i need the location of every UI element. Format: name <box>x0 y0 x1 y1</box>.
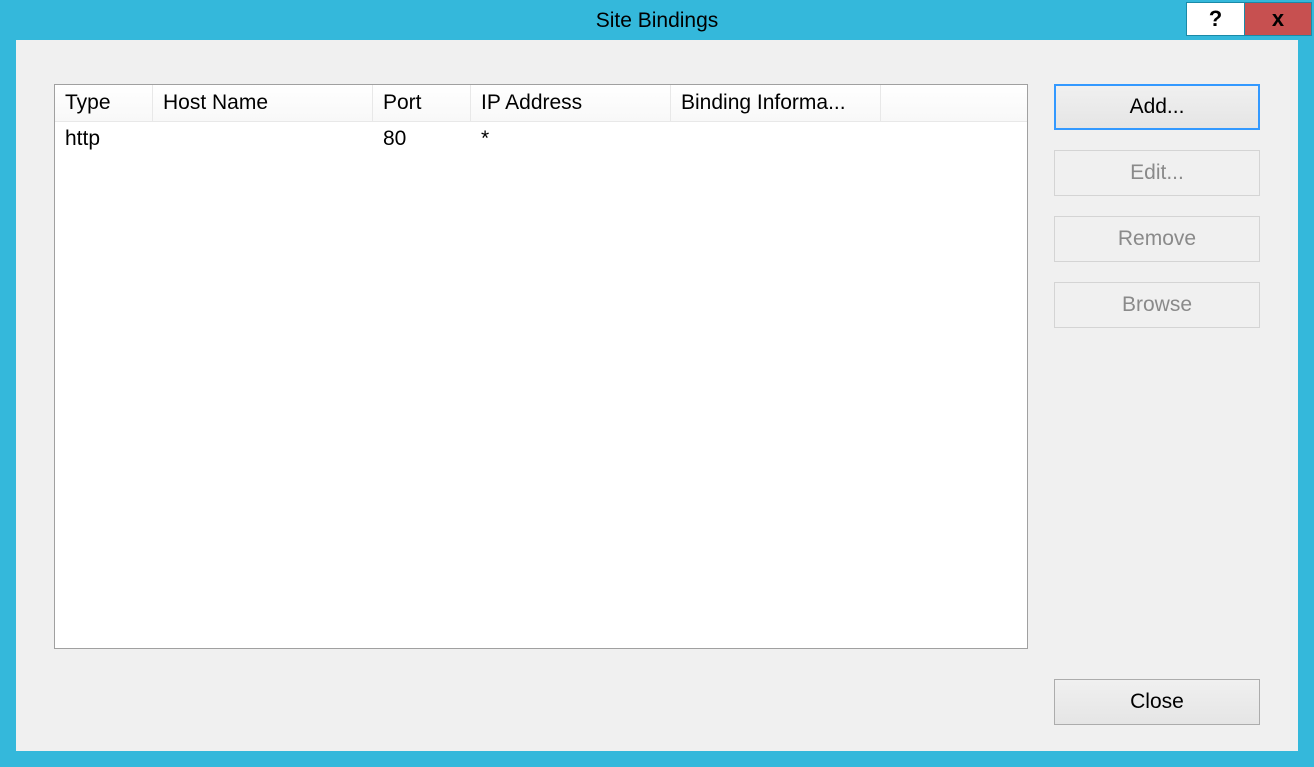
window-title: Site Bindings <box>2 2 1312 40</box>
column-header-bindinginfo[interactable]: Binding Informa... <box>671 85 881 121</box>
button-panel: Add... Edit... Remove Browse <box>1054 84 1260 649</box>
dialog-window: Site Bindings ? x Type Host Name Port IP… <box>0 0 1314 767</box>
column-header-hostname[interactable]: Host Name <box>153 85 373 121</box>
column-header-type[interactable]: Type <box>55 85 153 121</box>
titlebar: Site Bindings ? x <box>2 2 1312 40</box>
content-area: Type Host Name Port IP Address Binding I… <box>16 40 1298 751</box>
cell-extra <box>881 122 1027 156</box>
titlebar-buttons: ? x <box>1186 2 1312 40</box>
browse-button: Browse <box>1054 282 1260 328</box>
help-button[interactable]: ? <box>1186 2 1244 36</box>
close-window-button[interactable]: x <box>1244 2 1312 36</box>
cell-ipaddress: * <box>471 122 671 156</box>
add-button[interactable]: Add... <box>1054 84 1260 130</box>
cell-port: 80 <box>373 122 471 156</box>
column-header-extra <box>881 85 1027 121</box>
cell-type: http <box>55 122 153 156</box>
close-button[interactable]: Close <box>1054 679 1260 725</box>
table-row[interactable]: http 80 * <box>55 122 1027 156</box>
column-header-port[interactable]: Port <box>373 85 471 121</box>
cell-hostname <box>153 122 373 156</box>
remove-button: Remove <box>1054 216 1260 262</box>
main-layout: Type Host Name Port IP Address Binding I… <box>54 84 1260 649</box>
footer-row: Close <box>54 679 1260 725</box>
table-header: Type Host Name Port IP Address Binding I… <box>55 85 1027 122</box>
bindings-table[interactable]: Type Host Name Port IP Address Binding I… <box>54 84 1028 649</box>
edit-button: Edit... <box>1054 150 1260 196</box>
button-panel-top: Add... Edit... Remove Browse <box>1054 84 1260 328</box>
cell-bindinginfo <box>671 122 881 156</box>
table-body: http 80 * <box>55 122 1027 648</box>
column-header-ipaddress[interactable]: IP Address <box>471 85 671 121</box>
